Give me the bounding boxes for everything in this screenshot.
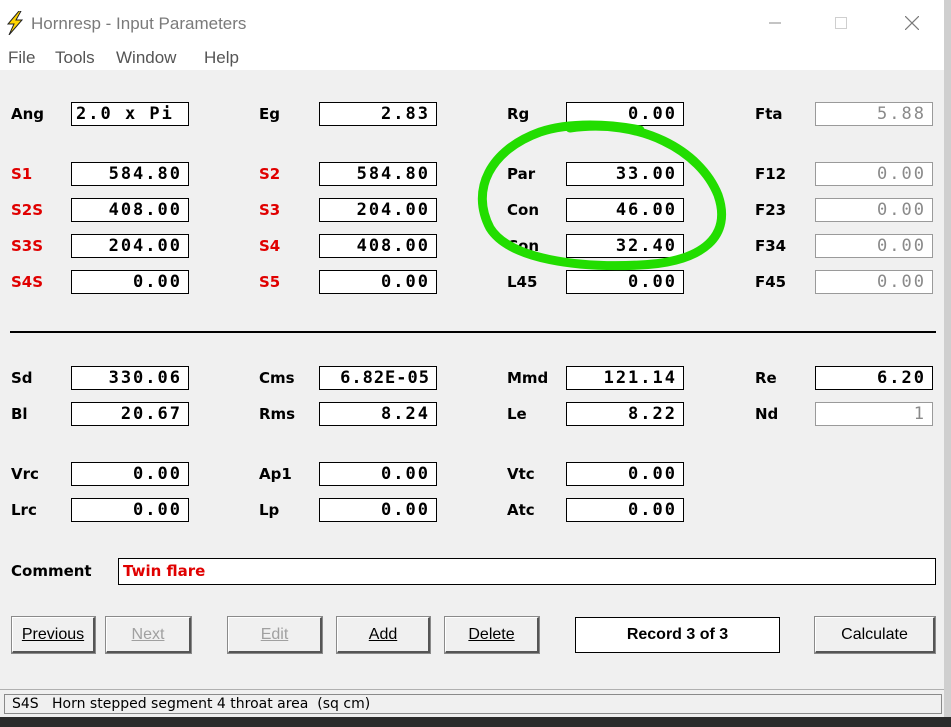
s1-field[interactable]: 584.80 [71,162,189,186]
con-1-field[interactable]: 46.00 [566,198,684,222]
mmd-field[interactable]: 121.14 [566,366,684,390]
label-l45: L45 [507,273,538,291]
ang-field[interactable]: 2.0 x Pi [71,102,189,126]
close-button[interactable] [889,8,935,38]
label-f45: F45 [755,273,787,291]
l45-field[interactable]: 0.00 [566,270,684,294]
menu-window[interactable]: Window [116,48,176,68]
label-s4s: S4S [11,273,44,291]
s4s-field[interactable]: 0.00 [71,270,189,294]
s5-field[interactable]: 0.00 [319,270,437,294]
label-comment: Comment [11,562,92,580]
label-lrc: Lrc [11,501,37,519]
next-button[interactable]: Next [106,617,191,653]
label-par: Par [507,165,536,183]
menu-help[interactable]: Help [204,48,239,68]
label-f34: F34 [755,237,787,255]
label-con-2: Con [507,237,539,255]
label-con-1: Con [507,201,539,219]
nd-field[interactable]: 1 [815,402,933,426]
delete-button[interactable]: Delete [445,617,539,653]
label-s1: S1 [11,165,33,183]
menu-file[interactable]: File [8,48,35,68]
label-mmd: Mmd [507,369,549,387]
record-indicator: Record 3 of 3 [575,617,780,653]
minimize-icon [769,22,781,24]
f45-field: 0.00 [815,270,933,294]
eg-field[interactable]: 2.83 [319,102,437,126]
lp-field[interactable]: 0.00 [319,498,437,522]
label-vrc: Vrc [11,465,39,483]
calculate-button[interactable]: Calculate [815,617,935,653]
window-edge [944,0,951,717]
label-atc: Atc [507,501,535,519]
rms-field[interactable]: 8.24 [319,402,437,426]
minimize-button[interactable] [752,8,798,38]
par-field[interactable]: 33.00 [566,162,684,186]
le-field[interactable]: 8.22 [566,402,684,426]
bl-field[interactable]: 20.67 [71,402,189,426]
status-panel: S4S Horn stepped segment 4 throat area (… [4,694,942,714]
sd-field[interactable]: 330.06 [71,366,189,390]
taskbar-strip [0,717,951,727]
status-bar: S4S Horn stepped segment 4 throat area (… [0,689,951,718]
label-s3s: S3S [11,237,44,255]
label-sd: Sd [11,369,33,387]
ap1-field[interactable]: 0.00 [319,462,437,486]
label-s4: S4 [259,237,281,255]
label-rms: Rms [259,405,296,423]
title-bar: Hornresp - Input Parameters [0,0,951,46]
maximize-button[interactable] [818,8,864,38]
label-ap1: Ap1 [259,465,292,483]
f34-field: 0.00 [815,234,933,258]
edit-button[interactable]: Edit [228,617,322,653]
menu-tools[interactable]: Tools [55,48,95,68]
label-eg: Eg [259,105,280,123]
cms-field[interactable]: 6.82E-05 [319,366,437,390]
label-s3: S3 [259,201,281,219]
s4-field[interactable]: 408.00 [319,234,437,258]
label-s5: S5 [259,273,281,291]
vrc-field[interactable]: 0.00 [71,462,189,486]
label-f23: F23 [755,201,787,219]
close-icon [905,16,919,30]
s2s-field[interactable]: 408.00 [71,198,189,222]
menu-bar: File Tools Window Help [0,46,951,70]
atc-field[interactable]: 0.00 [566,498,684,522]
re-field[interactable]: 6.20 [815,366,933,390]
vtc-field[interactable]: 0.00 [566,462,684,486]
maximize-icon [835,17,847,29]
lightning-bolt-icon [6,11,24,35]
label-cms: Cms [259,369,295,387]
fta-field: 5.88 [815,102,933,126]
label-le: Le [507,405,527,423]
label-vtc: Vtc [507,465,535,483]
label-bl: Bl [11,405,28,423]
status-field-name: S4S [12,696,39,712]
add-button[interactable]: Add [337,617,430,653]
comment-field[interactable]: Twin flare [118,558,936,585]
label-s2: S2 [259,165,281,183]
window-title: Hornresp - Input Parameters [31,14,247,33]
s3-field[interactable]: 204.00 [319,198,437,222]
previous-button[interactable]: Previous [12,617,95,653]
label-lp: Lp [259,501,280,519]
s2-field[interactable]: 584.80 [319,162,437,186]
label-re: Re [755,369,777,387]
label-fta: Fta [755,105,783,123]
con-2-field[interactable]: 32.40 [566,234,684,258]
rg-field[interactable]: 0.00 [566,102,684,126]
section-divider [10,331,936,333]
label-nd: Nd [755,405,779,423]
s3s-field[interactable]: 204.00 [71,234,189,258]
status-description: Horn stepped segment 4 throat area (sq c… [52,696,371,712]
label-ang: Ang [11,105,45,123]
label-f12: F12 [755,165,787,183]
f12-field: 0.00 [815,162,933,186]
lrc-field[interactable]: 0.00 [71,498,189,522]
f23-field: 0.00 [815,198,933,222]
label-rg: Rg [507,105,530,123]
label-s2s: S2S [11,201,44,219]
